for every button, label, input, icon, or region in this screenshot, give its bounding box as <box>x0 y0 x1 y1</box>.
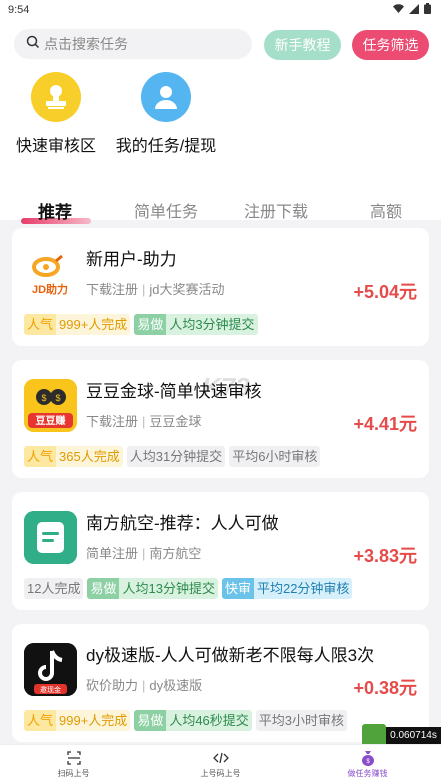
task-title: 南方航空-推荐：人人可做 <box>86 514 279 533</box>
header-area: 新手教程 任务筛选 快速审核区 我的任务/提现 推荐 简单任务 注册下载 高额 <box>0 20 441 224</box>
task-project: jd大奖赛活动 <box>149 282 225 297</box>
task-tags: 12人完成 易做 人均13分钟提交 快审 平均22分钟审核 <box>24 578 353 599</box>
task-subtitle: 简单注册 | 南方航空 <box>86 543 201 562</box>
task-filter-button[interactable]: 任务筛选 <box>352 30 429 60</box>
svg-text:豆豆赚: 豆豆赚 <box>36 414 66 427</box>
tab-recommend[interactable]: 推荐 <box>38 198 72 223</box>
nav-label: 扫码上号 <box>57 769 90 778</box>
easy-tag: 易做 人均3分钟提交 <box>134 314 258 335</box>
task-reward: +3.83元 <box>353 546 417 566</box>
category-tabs: 推荐 简单任务 注册下载 高额 <box>0 192 441 230</box>
fast-review-tag: 快审 平均22分钟审核 <box>221 578 353 599</box>
easy-tag: 易做 人均13分钟提交 <box>87 578 218 599</box>
task-category: 简单注册 <box>86 546 139 561</box>
task-tags: 人气 999+人完成 易做 人均3分钟提交 <box>24 314 258 335</box>
task-project: 豆豆金球 <box>149 414 202 429</box>
task-title: dy极速版-人人可做新老不限每人限3次 <box>86 646 375 665</box>
task-reward: +4.41元 <box>353 414 417 434</box>
my-tasks-label: 我的任务/提现 <box>115 138 217 155</box>
status-time: 9:54 <box>8 4 30 16</box>
task-reward: +0.38元 <box>353 678 417 698</box>
task-subtitle: 下载注册 | 豆豆金球 <box>86 411 201 430</box>
nav-label: 上号码上号 <box>200 769 241 778</box>
code-icon <box>212 750 229 766</box>
completed-count-tag: 12人完成 <box>24 578 84 599</box>
divider: | <box>142 282 146 297</box>
stamp-icon <box>31 72 81 122</box>
jd-assist-logo-icon: JD助力 <box>24 247 77 300</box>
status-icons <box>393 3 431 17</box>
task-card[interactable]: $ $ 豆豆赚 豆豆金球-简单快速审核 下载注册 | 豆豆金球 +4.41元 人气 3… <box>12 360 429 478</box>
task-tags: 人气 365人完成 人均31分钟提交 平均6小时审核 <box>24 446 321 467</box>
notepad-icon <box>24 511 77 564</box>
nav-label: 做任务赚钱 <box>347 769 388 778</box>
task-project: dy极速版 <box>149 678 203 693</box>
popularity-tag: 人气 999+人完成 <box>24 314 131 335</box>
task-tags: 人气 999+人完成 易做 人均46秒提交 平均3小时审核 <box>24 710 348 731</box>
svg-text:邀现金: 邀现金 <box>40 685 61 694</box>
task-category: 砍价助力 <box>86 678 139 693</box>
scan-icon <box>66 750 81 766</box>
task-category: 下载注册 <box>86 414 139 429</box>
task-card[interactable]: 南方航空-推荐：人人可做 简单注册 | 南方航空 +3.83元 12人完成 易做 人均… <box>12 492 429 610</box>
task-title: 新用户-助力 <box>86 250 177 269</box>
divider: | <box>142 546 146 561</box>
review-time-tag: 平均3小时审核 <box>255 710 348 731</box>
my-tasks-entry[interactable]: 我的任务/提现 <box>113 72 219 156</box>
tutorial-button[interactable]: 新手教程 <box>264 30 341 60</box>
divider: | <box>142 414 146 429</box>
nav-earn-money[interactable]: $ 做任务赚钱 <box>294 745 441 784</box>
watermark-logo: K73 <box>202 372 250 402</box>
task-card[interactable]: JD助力 新用户-助力 下载注册 | jd大奖赛活动 +5.04元 人气 999+人完… <box>12 228 429 346</box>
nav-code-login[interactable]: 上号码上号 <box>147 745 294 784</box>
doudou-logo-icon: $ $ 豆豆赚 <box>24 379 77 432</box>
search-input[interactable] <box>44 36 234 52</box>
battery-icon <box>424 3 431 17</box>
douyin-logo-icon: 邀现金 <box>24 643 77 696</box>
user-icon <box>141 72 191 122</box>
money-bag-icon: $ <box>361 750 375 766</box>
quick-review-entry[interactable]: 快速审核区 <box>16 72 96 156</box>
search-icon <box>26 35 40 54</box>
tab-register-download[interactable]: 注册下载 <box>244 198 308 222</box>
svg-text:$: $ <box>55 393 60 403</box>
popularity-tag: 人气 999+人完成 <box>24 710 131 731</box>
signal-icon <box>409 3 419 17</box>
bottom-nav: 扫码上号 上号码上号 $ 做任务赚钱 <box>0 744 441 784</box>
task-reward: +5.04元 <box>353 282 417 302</box>
svg-text:JD助力: JD助力 <box>32 282 68 296</box>
easy-tag: 易做 人均46秒提交 <box>134 710 252 731</box>
divider: | <box>142 678 146 693</box>
tab-simple[interactable]: 简单任务 <box>134 198 198 222</box>
task-category: 下载注册 <box>86 282 139 297</box>
search-bar[interactable] <box>14 29 252 59</box>
svg-text:$: $ <box>41 393 46 403</box>
fps-readout: 0.060714s <box>386 727 441 744</box>
wifi-icon <box>393 3 404 17</box>
nav-scan-login[interactable]: 扫码上号 <box>0 745 147 784</box>
submit-time-tag: 人均31分钟提交 <box>126 446 226 467</box>
task-subtitle: 下载注册 | jd大奖赛活动 <box>86 279 225 298</box>
quick-review-label: 快速审核区 <box>16 138 97 155</box>
review-time-tag: 平均6小时审核 <box>229 446 321 467</box>
popularity-tag: 人气 365人完成 <box>24 446 123 467</box>
tab-high-reward[interactable]: 高额 <box>370 198 402 222</box>
status-bar: 9:54 <box>0 0 441 20</box>
task-project: 南方航空 <box>149 546 202 561</box>
task-subtitle: 砍价助力 | dy极速版 <box>86 675 202 694</box>
